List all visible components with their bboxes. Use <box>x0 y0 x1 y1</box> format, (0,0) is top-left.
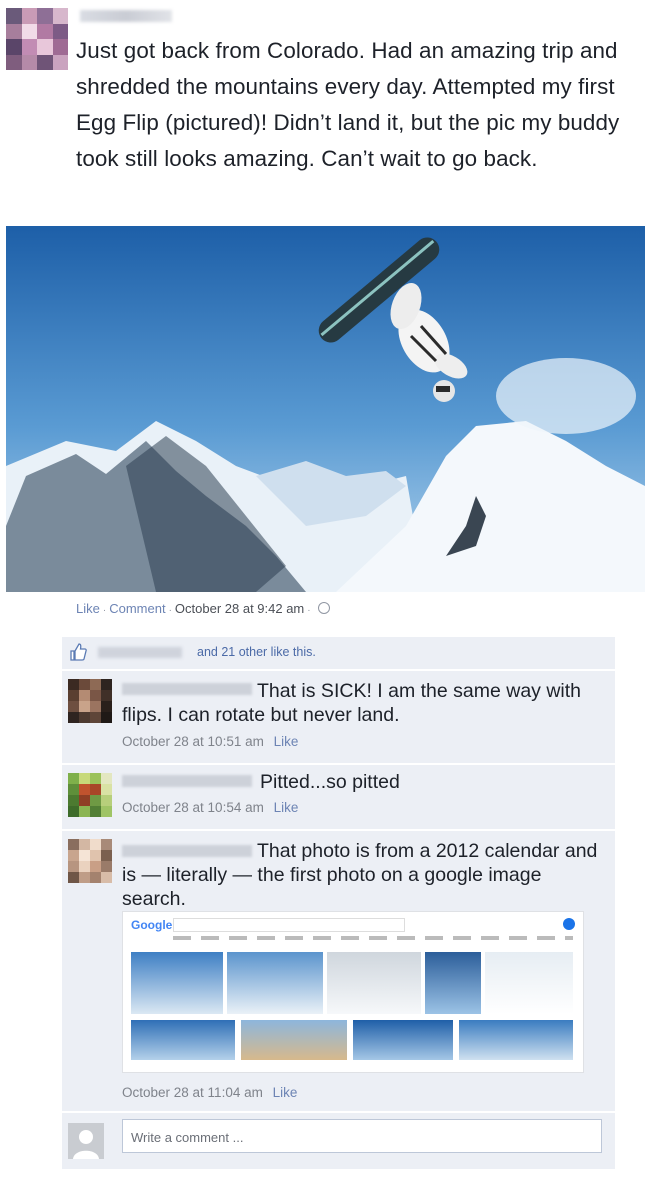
post-text: Just got back from Colorado. Had an amaz… <box>76 38 620 171</box>
image-result <box>131 952 223 1014</box>
google-logo: Google <box>131 918 173 932</box>
image-result <box>131 1020 235 1060</box>
commenter-avatar[interactable] <box>68 839 112 883</box>
post-photo[interactable] <box>6 226 645 592</box>
commenter-avatar[interactable] <box>68 773 112 817</box>
default-user-icon <box>73 1130 99 1159</box>
thumbs-up-icon <box>70 643 87 661</box>
snowboarder-photo <box>6 226 645 592</box>
comment-time[interactable]: October 28 at 10:51 am <box>122 734 264 749</box>
comment-like-link[interactable]: Like <box>274 734 299 749</box>
image-result <box>327 952 421 1014</box>
image-result <box>485 952 573 1014</box>
comment-meta: October 28 at 10:54 am Like <box>122 800 298 815</box>
image-result <box>459 1020 573 1060</box>
likes-bar: and 21 other like this. <box>62 637 615 670</box>
comment-text: That photo is from a 2012 calendar and i… <box>122 840 598 910</box>
google-search-bar <box>173 918 405 932</box>
comment-meta: October 28 at 10:51 am Like <box>122 734 298 749</box>
comment-link[interactable]: Comment <box>109 601 165 616</box>
comment-text: That is SICK! I am the same way with fli… <box>122 680 582 726</box>
viewer-avatar <box>68 1123 104 1159</box>
like-link[interactable]: Like <box>76 601 100 616</box>
comment: Pitted...so pitted October 28 at 10:54 a… <box>62 765 615 830</box>
comment-meta: October 28 at 11:04 am Like <box>122 1085 297 1100</box>
image-result <box>227 952 323 1014</box>
globe-icon <box>317 602 330 614</box>
comment-time[interactable]: October 28 at 10:54 am <box>122 800 264 815</box>
image-result <box>353 1020 453 1060</box>
author-avatar[interactable] <box>6 8 68 70</box>
comment-like-link[interactable]: Like <box>273 1085 298 1100</box>
commenter-avatar[interactable] <box>68 679 112 723</box>
image-result <box>425 952 481 1014</box>
likes-count-text[interactable]: and 21 other like this. <box>197 645 316 659</box>
comment-input[interactable]: Write a comment ... <box>122 1119 602 1153</box>
likers-redacted <box>98 647 182 658</box>
image-result <box>241 1020 347 1060</box>
google-tabs <box>173 936 573 940</box>
comment: That photo is from a 2012 calendar and i… <box>62 831 615 1112</box>
google-search-screenshot[interactable]: Google <box>122 911 584 1073</box>
post-timestamp[interactable]: October 28 at 9:42 am <box>175 601 304 616</box>
post-actions: Like · Comment · October 28 at 9:42 am · <box>76 601 330 616</box>
account-icon <box>563 918 575 930</box>
author-name-redacted[interactable] <box>80 10 172 22</box>
comment-text: Pitted...so pitted <box>260 771 400 793</box>
comment-like-link[interactable]: Like <box>274 800 299 815</box>
comment-composer: Write a comment ... <box>62 1113 615 1169</box>
comment: That is SICK! I am the same way with fli… <box>62 671 615 764</box>
comment-time[interactable]: October 28 at 11:04 am <box>122 1085 263 1100</box>
